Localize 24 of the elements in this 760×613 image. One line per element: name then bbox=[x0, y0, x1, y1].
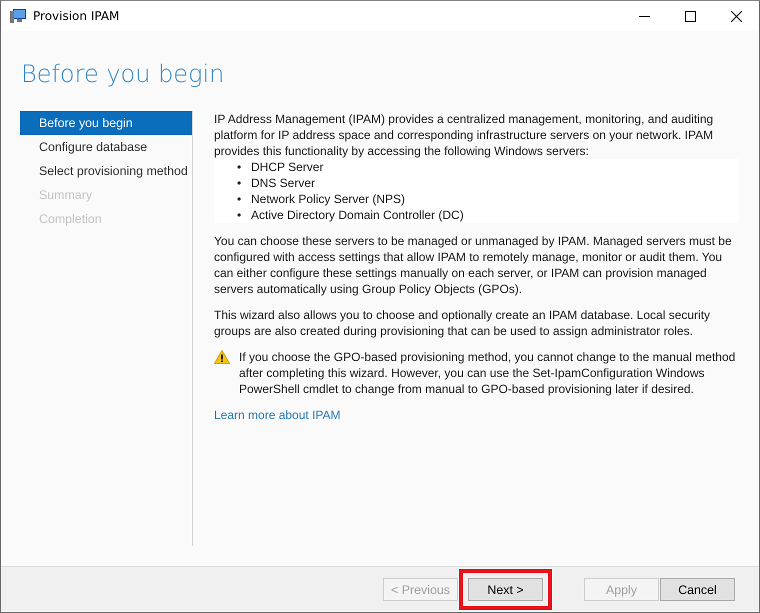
close-icon[interactable] bbox=[730, 10, 742, 22]
warning-icon bbox=[214, 350, 230, 364]
bullet: • bbox=[237, 207, 242, 223]
body-paragraph: You can choose these servers to be managed or unmanaged by IPAM. Managed servers must be configured with access settings that allow IPAM to remotely manage, monitor or audit them. You can either configure these settings manually on each server, or IPAM can provision managed servers automatically using Group Policy Objects (GPOs). bbox=[214, 233, 733, 297]
wizard-button[interactable]: Next > bbox=[468, 578, 543, 601]
bullet: • bbox=[237, 175, 242, 191]
wizard-step[interactable]: Before you begin bbox=[20, 111, 192, 135]
window-title: Provision IPAM bbox=[33, 9, 120, 23]
server-item: Active Directory Domain Controller (DC) bbox=[251, 207, 464, 223]
wizard-step[interactable]: Configure database bbox=[20, 135, 192, 159]
wizard-step[interactable]: Select provisioning method bbox=[20, 159, 192, 183]
body-paragraph: This wizard also allows you to choose and optionally create an IPAM database. Local security groups are also created during provisioning that can be used to assign administrator roles. bbox=[214, 307, 712, 339]
intro-paragraph: IP Address Management (IPAM) provides a centralized management, monitoring, and auditing platform for IP address space and corresponding infrastructure servers on your network. IPAM provides this functionality by accessing the following Windows servers: bbox=[214, 111, 714, 159]
bullet: • bbox=[237, 159, 242, 175]
warning-text: If you choose the GPO-based provisioning method, you cannot change to the manual method after completing this wizard. However, you can use the Set-IpamConfiguration Windows PowerShell cmdlet to change from manual to GPO-based provisioning later if desired. bbox=[239, 349, 736, 397]
maximize-icon[interactable] bbox=[684, 10, 696, 22]
learn-more-link[interactable]: Learn more about IPAM bbox=[214, 408, 341, 422]
server-item: DHCP Server bbox=[251, 159, 324, 175]
wizard-button[interactable]: Cancel bbox=[660, 578, 735, 601]
server-item: Network Policy Server (NPS) bbox=[251, 191, 406, 207]
server-manager-icon bbox=[9, 8, 27, 24]
server-item: DNS Server bbox=[251, 175, 316, 191]
bullet: • bbox=[237, 191, 242, 207]
page-title: Before you begin bbox=[21, 59, 226, 90]
